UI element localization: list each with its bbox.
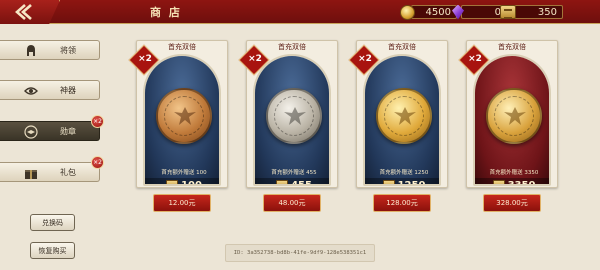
- sidebar-item-gift-packs[interactable]: 礼包: [0, 162, 100, 182]
- medal-pack-card[interactable]: 首充双倍 首充额外赠送 455 455 ×2: [238, 40, 338, 188]
- token-icon: [500, 5, 516, 19]
- x2-label: ×2: [138, 54, 152, 64]
- medal-icon: [24, 125, 38, 139]
- sidebar-item-generals[interactable]: 将领: [0, 40, 100, 60]
- bronze-medal-icon: [156, 88, 212, 144]
- x2-label: ×2: [358, 54, 372, 64]
- back-button[interactable]: [0, 0, 60, 24]
- x2-label: ×2: [248, 54, 262, 64]
- buy-button[interactable]: 328.00元: [483, 194, 541, 212]
- sidebar-item-label: 将领: [60, 46, 76, 55]
- page-title: 商 店: [150, 6, 182, 19]
- gold-coin-icon: [400, 4, 415, 20]
- x2-label: ×2: [468, 54, 482, 64]
- amount-row: 455: [255, 178, 329, 186]
- card-art: 首充额外赠送 1250 1250: [363, 54, 441, 186]
- amount-row: 100: [145, 178, 219, 186]
- gold-currency: 4500: [400, 3, 457, 21]
- bonus-text: 首充额外赠送 455: [271, 170, 317, 176]
- back-arrow-icon: [15, 4, 32, 20]
- amount-value: 3350: [507, 179, 536, 186]
- amount-value: 100: [181, 179, 202, 186]
- amount-value: 1250: [397, 179, 426, 186]
- gold-medal-icon: [376, 88, 432, 144]
- sidebar-item-medals[interactable]: 勋章: [0, 121, 100, 141]
- sidebar-item-label: 礼包: [60, 168, 76, 177]
- medal-pack-card[interactable]: 首充双倍 首充额外赠送 3350 3350 ×2: [458, 40, 558, 188]
- bonus-text: 首充额外赠送 3350: [489, 170, 539, 176]
- sidebar-item-artifacts[interactable]: 神器: [0, 80, 100, 100]
- token-amount: 350: [513, 5, 563, 19]
- notification-badge: ×2: [91, 115, 104, 128]
- gem-currency: 0: [452, 3, 507, 21]
- medal-pack-card[interactable]: 首充双倍 首充额外赠送 100 100 ×2: [128, 40, 228, 188]
- amount-row: 1250: [365, 178, 439, 186]
- gift-box-icon: [25, 170, 37, 179]
- card-art: 首充额外赠送 455 455: [253, 54, 331, 186]
- gold-amount: 4500: [411, 5, 457, 19]
- sidebar-item-label: 勋章: [60, 127, 76, 136]
- buy-button[interactable]: 48.00元: [263, 194, 321, 212]
- notification-badge: ×2: [91, 156, 104, 169]
- card-art: 首充额外赠送 3350 3350: [473, 54, 551, 186]
- card-art: 首充额外赠送 100 100: [143, 54, 221, 186]
- redeem-code-button[interactable]: 兑换码: [30, 214, 75, 231]
- token-icon: [166, 180, 179, 184]
- token-icon: [492, 180, 505, 184]
- token-currency: 350: [500, 3, 563, 21]
- medal-pack-card[interactable]: 首充双倍 首充额外赠送 1250 1250 ×2: [348, 40, 448, 188]
- buy-button[interactable]: 12.00元: [153, 194, 211, 212]
- bonus-text: 首充额外赠送 100: [161, 170, 207, 176]
- sidebar-item-label: 神器: [60, 86, 76, 95]
- amount-value: 455: [291, 179, 312, 186]
- eye-icon: [24, 87, 38, 95]
- bonus-text: 首充额外赠送 1250: [379, 170, 429, 176]
- gold-medal-icon: [486, 88, 542, 144]
- silver-medal-icon: [266, 88, 322, 144]
- player-id: ID: 3a352738-bd8b-41fe-9df9-128e538351c1: [225, 244, 375, 262]
- amount-row: 3350: [475, 178, 549, 186]
- token-icon: [382, 180, 395, 184]
- helmet-icon: [27, 45, 35, 56]
- token-icon: [276, 180, 289, 184]
- buy-button[interactable]: 128.00元: [373, 194, 431, 212]
- restore-purchase-button[interactable]: 恢复购买: [30, 242, 75, 259]
- top-bar: 商 店 4500 0 350: [0, 0, 600, 24]
